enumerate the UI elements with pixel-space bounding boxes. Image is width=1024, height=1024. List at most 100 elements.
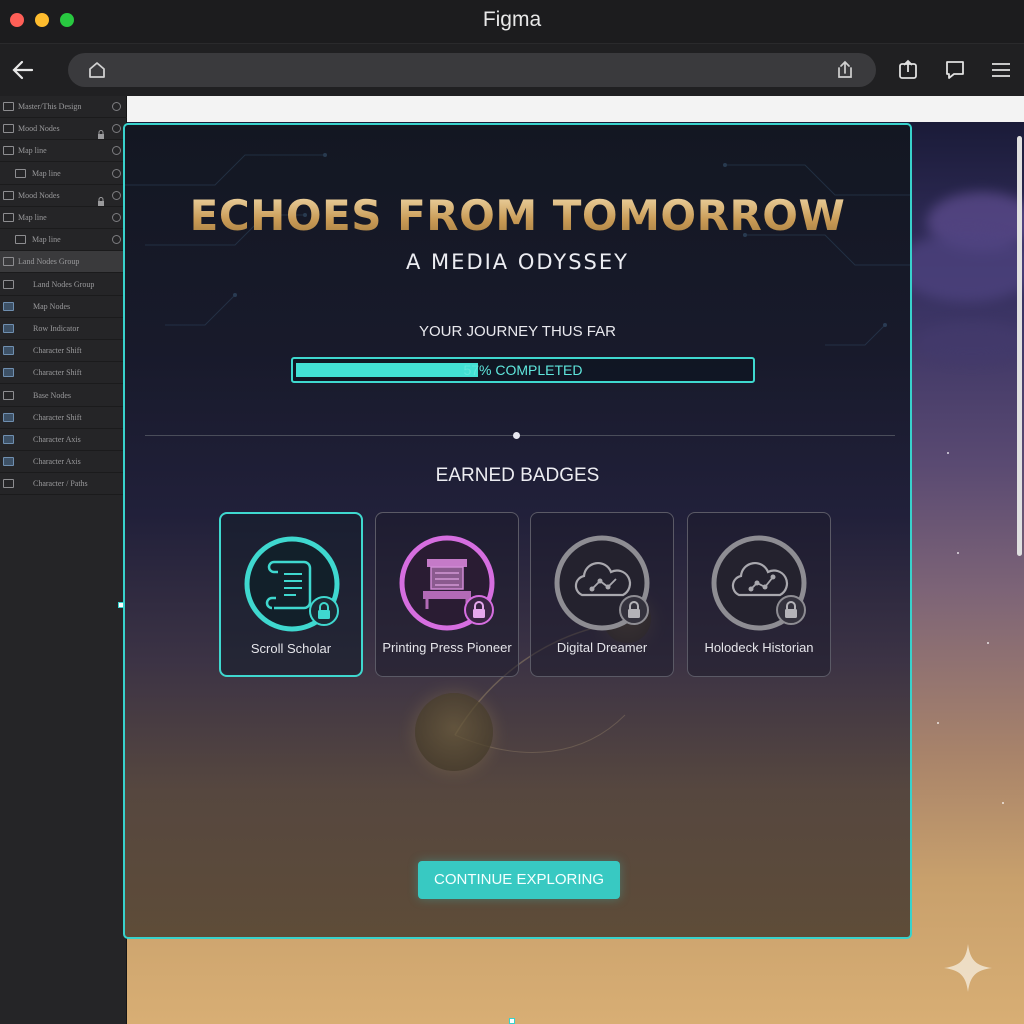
layer-row[interactable]: Land Nodes Group: [0, 274, 127, 296]
layer-label: Map line: [32, 168, 61, 178]
arrow-left-icon[interactable]: [8, 56, 38, 84]
layer-folder-icon: [3, 213, 14, 222]
layer-label: Row Indicator: [33, 324, 79, 333]
layer-image-icon: [3, 435, 14, 444]
visibility-icon[interactable]: [112, 124, 121, 134]
star-decoration: [937, 722, 939, 724]
layer-label: Character Shift: [33, 412, 82, 422]
layer-row[interactable]: Character Shift: [0, 362, 127, 385]
sparkle-icon: [942, 942, 994, 994]
divider-dot: [513, 432, 520, 439]
layer-label: Map line: [32, 235, 61, 245]
layer-grid-icon: [3, 279, 14, 289]
badge-card-digital-dreamer[interactable]: Digital Dreamer: [530, 512, 674, 677]
badge-name: Printing Press Pioneer: [382, 640, 512, 655]
layer-row[interactable]: Base Nodes: [0, 385, 127, 407]
star-decoration: [957, 552, 959, 554]
share-icon[interactable]: [834, 59, 856, 81]
layer-row[interactable]: Character Shift: [0, 340, 127, 363]
layer-label: Map Nodes: [33, 301, 71, 311]
layer-row[interactable]: Character / Paths: [0, 473, 127, 496]
layer-label: Land Nodes Group: [18, 257, 80, 267]
layer-label: Map line: [18, 146, 47, 156]
continue-exploring-button[interactable]: CONTINUE EXPLORING: [418, 861, 620, 899]
layer-label: Map line: [18, 213, 47, 222]
game-subtitle: A MEDIA ODYSSEY: [406, 250, 629, 274]
layer-label: Character Shift: [33, 368, 82, 378]
progress-bar: 57% COMPLETED: [291, 357, 755, 383]
layers-panel: Master/This Design Mood Nodes Map line Map …: [0, 96, 127, 1024]
layer-row[interactable]: Mood Nodes: [0, 118, 127, 141]
layer-folder-icon: [3, 146, 14, 156]
layer-frame-icon: [3, 124, 14, 134]
lock-icon: [464, 595, 494, 625]
layer-label: Base Nodes: [33, 390, 71, 400]
badges-title: EARNED BADGES: [435, 465, 600, 486]
layer-label: Master/This Design: [18, 102, 82, 111]
layer-group-icon: [15, 235, 26, 245]
visibility-icon[interactable]: [112, 146, 121, 156]
star-decoration: [1002, 802, 1004, 804]
layer-label: Character Axis: [33, 435, 81, 444]
layer-row[interactable]: Character Axis: [0, 429, 127, 451]
layer-row[interactable]: Map line: [0, 229, 127, 252]
layer-frame-icon: [3, 190, 14, 200]
layer-frame-icon: [3, 102, 14, 111]
layer-group-icon: [15, 168, 26, 178]
resize-handle[interactable]: [118, 602, 124, 608]
badge-name: Digital Dreamer: [556, 640, 648, 655]
journey-label: YOUR JOURNEY THUS FAR: [419, 323, 616, 340]
resize-handle[interactable]: [509, 1018, 515, 1024]
game-title: ECHOES FROM TOMORROW: [125, 191, 910, 240]
visibility-icon[interactable]: [112, 235, 121, 245]
comment-icon[interactable]: [942, 56, 968, 84]
layer-row[interactable]: Master/This Design: [0, 96, 127, 118]
visibility-icon[interactable]: [112, 190, 121, 200]
visibility-icon[interactable]: [112, 102, 121, 111]
browser-toolbar: [0, 44, 1024, 96]
badge-card-printing-press-pioneer[interactable]: Printing Press Pioneer: [375, 512, 519, 677]
layer-image-icon: [3, 412, 14, 422]
layer-label: Land Nodes Group: [33, 279, 95, 289]
layer-label: Mood Nodes: [18, 124, 60, 134]
window-titlebar: Figma: [0, 0, 1024, 44]
lock-icon[interactable]: [97, 191, 105, 206]
section-divider: [145, 435, 895, 436]
window-title: Figma: [482, 8, 542, 31]
lock-icon: [776, 595, 806, 625]
lock-icon[interactable]: [97, 124, 105, 140]
layer-frame-icon: [3, 257, 14, 267]
layer-columns-icon: [3, 390, 14, 400]
layer-row[interactable]: Character Shift: [0, 407, 127, 429]
layer-row[interactable]: Map line: [0, 207, 127, 229]
star-decoration: [947, 452, 949, 454]
visibility-icon[interactable]: [112, 168, 121, 178]
layer-row[interactable]: Character Axis: [0, 451, 127, 474]
layer-label: Character / Paths: [33, 479, 88, 489]
layer-row[interactable]: Map line: [0, 140, 127, 163]
layer-row[interactable]: Map line: [0, 163, 127, 185]
layer-label: Character Axis: [33, 457, 81, 467]
layer-row[interactable]: Mood Nodes: [0, 185, 127, 207]
layer-image-icon: [3, 368, 14, 378]
lock-icon: [619, 595, 649, 625]
layer-row[interactable]: Map Nodes: [0, 296, 127, 318]
layer-label: Character Shift: [33, 346, 82, 356]
badge-card-scroll-scholar[interactable]: Scroll Scholar: [219, 512, 363, 677]
menu-icon[interactable]: [988, 56, 1014, 84]
layer-label: Mood Nodes: [18, 190, 60, 200]
layer-row[interactable]: Row Indicator: [0, 318, 127, 340]
layer-image-icon: [3, 324, 14, 333]
badge-card-holodeck-historian[interactable]: Holodeck Historian: [687, 512, 831, 677]
layer-row[interactable]: Land Nodes Group: [0, 251, 127, 274]
upload-icon[interactable]: [895, 56, 921, 84]
canvas-scrollbar[interactable]: [1017, 136, 1022, 556]
home-icon[interactable]: [86, 59, 108, 81]
address-bar[interactable]: [68, 53, 876, 87]
lock-icon: [309, 596, 339, 626]
progress-modal: ECHOES FROM TOMORROW A MEDIA ODYSSEY YOU…: [123, 123, 912, 939]
layer-image-icon: [3, 457, 14, 467]
cloud-decoration: [917, 322, 1024, 362]
badge-name: Scroll Scholar: [250, 641, 332, 656]
visibility-icon[interactable]: [112, 213, 121, 222]
